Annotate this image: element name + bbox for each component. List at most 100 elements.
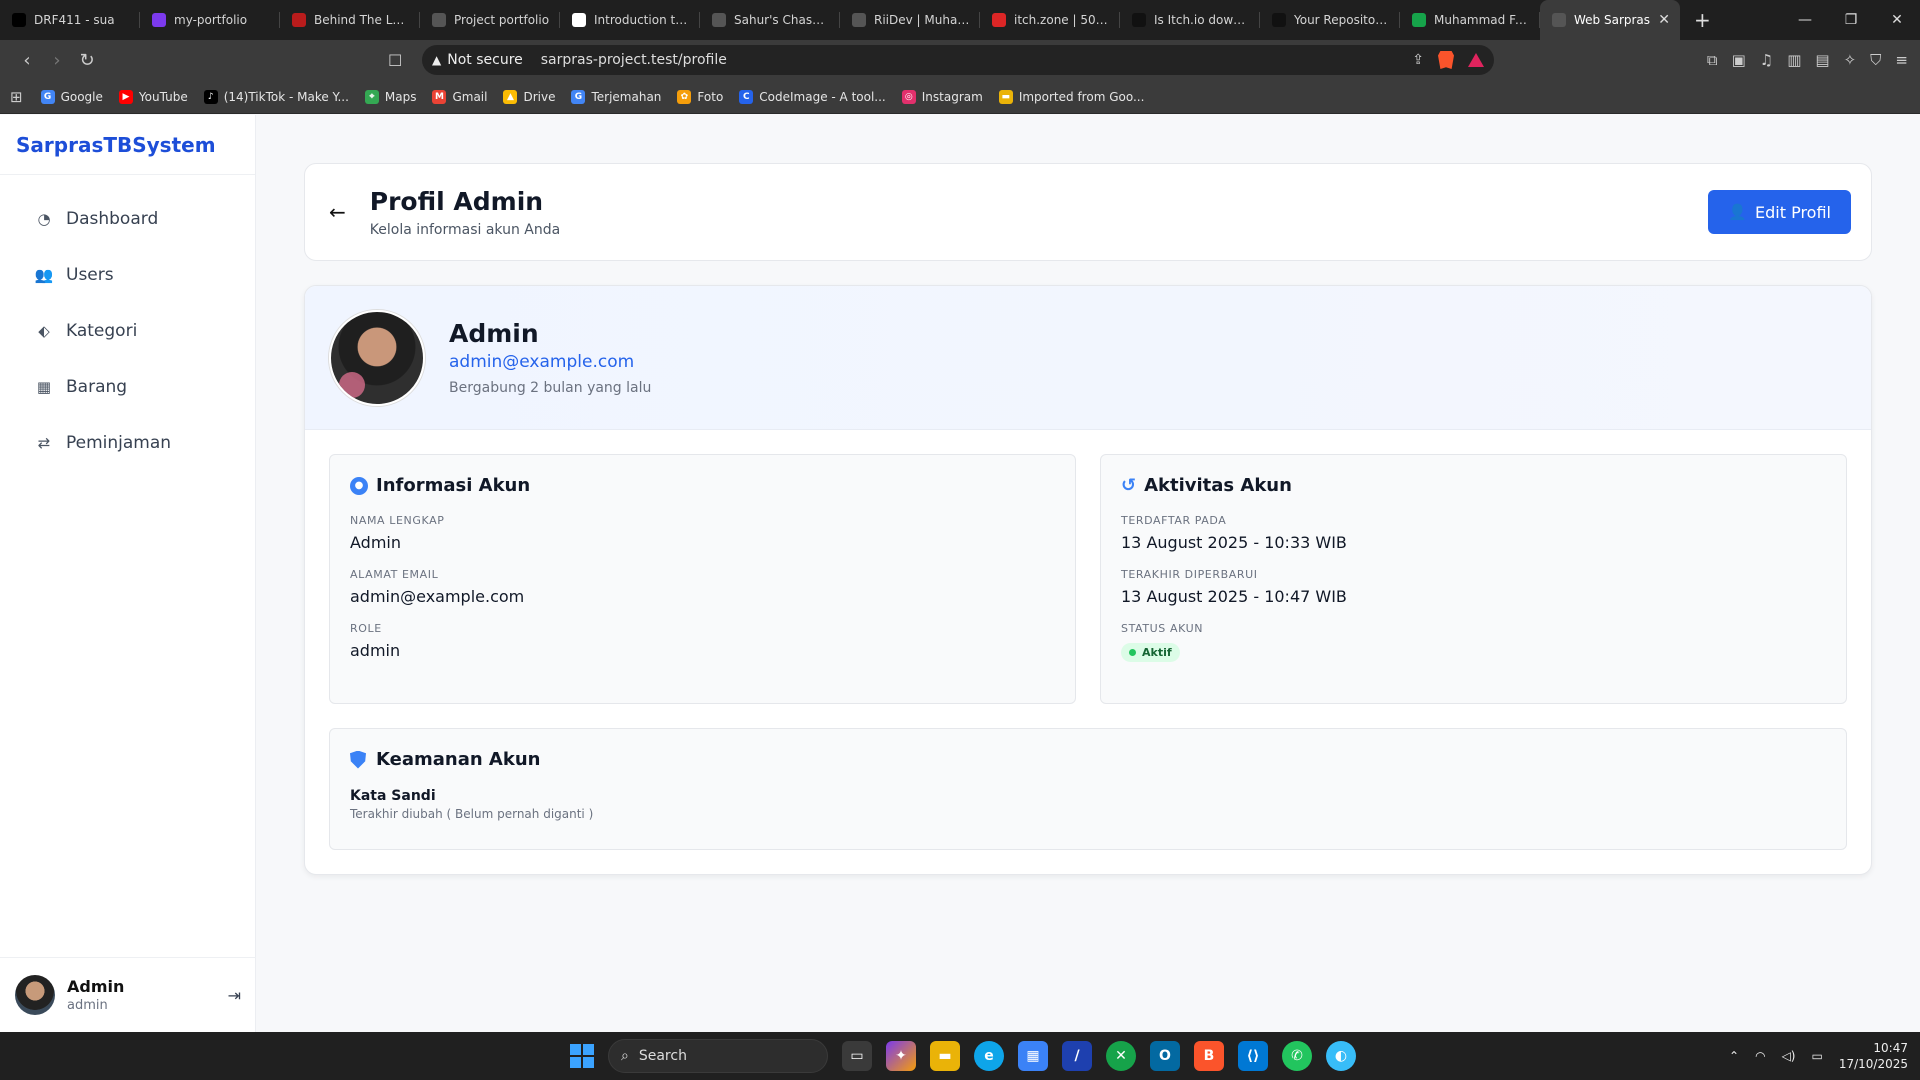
bookmark-label: Drive	[523, 89, 556, 104]
bookmark-item[interactable]: ⌖ Maps	[364, 89, 417, 104]
battery-icon[interactable]: ▭	[1811, 1049, 1822, 1063]
volume-icon[interactable]: ◁)	[1782, 1049, 1796, 1063]
outlook-icon[interactable]: O	[1150, 1041, 1180, 1071]
edit-profile-button[interactable]: 👤 Edit Profil	[1708, 190, 1851, 234]
menu-icon[interactable]: ≡	[1895, 51, 1908, 69]
brave-shields-icon[interactable]	[1438, 51, 1454, 69]
bookmark-favicon-icon: ▶	[118, 89, 133, 104]
sidebar-item-peminjaman[interactable]: ⇄ Peminjaman	[0, 415, 255, 471]
browser-tab[interactable]: DRF411 - sua	[0, 0, 140, 40]
browser-tab[interactable]: Is Itch.io down? L	[1120, 0, 1260, 40]
bookmark-favicon-icon: ♪	[203, 89, 218, 104]
browser-tab[interactable]: Web Sarpras ✕	[1540, 0, 1680, 40]
app-icon[interactable]: ◐	[1326, 1041, 1356, 1071]
wifi-icon[interactable]: ◠	[1755, 1049, 1765, 1063]
forward-icon[interactable]: ›	[42, 50, 72, 71]
start-icon[interactable]	[570, 1044, 594, 1068]
tab-label: Muhammad Fahr	[1434, 13, 1530, 27]
browser-toolbar: ‹ › ↻ ☐ ▲ Not secure sarpras-project.tes…	[0, 40, 1920, 80]
browser-tab[interactable]: Behind The Launc	[280, 0, 420, 40]
xbox-icon[interactable]: ✕	[1106, 1041, 1136, 1071]
taskbar-search[interactable]: ⌕ Search	[608, 1039, 828, 1073]
window-controls: — ❐ ✕	[1782, 12, 1920, 28]
bookmark-item[interactable]: G Terjemahan	[571, 89, 661, 104]
password-subtext: Terakhir diubah ( Belum pernah diganti )	[350, 807, 594, 821]
edge-icon[interactable]: e	[974, 1041, 1004, 1071]
chevron-up-icon[interactable]: ⌃	[1729, 1049, 1739, 1063]
apps-grid-icon[interactable]: ⊞	[10, 88, 23, 106]
bookmark-item[interactable]: ▬ Imported from Goo...	[998, 89, 1144, 104]
status-label: Status Akun	[1121, 622, 1204, 635]
reload-icon[interactable]: ↻	[72, 50, 102, 71]
whatsapp-icon[interactable]: ✆	[1282, 1041, 1312, 1071]
bookmark-item[interactable]: C CodeImage - A tool...	[739, 89, 886, 104]
back-arrow-icon[interactable]: ←	[329, 200, 346, 224]
brave-rewards-icon[interactable]	[1468, 53, 1484, 67]
app-root: SarprasTBSystem ◔ Dashboard 👥 Users ⬖ Kategor…	[0, 115, 1920, 1032]
task-view-icon[interactable]: ▭	[842, 1041, 872, 1071]
bookmark-item[interactable]: G Google	[40, 89, 103, 104]
status-badge: Aktif	[1121, 643, 1180, 662]
store-icon[interactable]: ▦	[1018, 1041, 1048, 1071]
bookmark-item[interactable]: ◎ Instagram	[901, 89, 983, 104]
visual-studio-icon[interactable]: /	[1062, 1041, 1092, 1071]
bookmark-item[interactable]: ▶ YouTube	[118, 89, 188, 104]
bookmark-icon[interactable]: ☐	[388, 51, 412, 70]
url-text[interactable]: sarpras-project.test/profile	[541, 52, 727, 68]
browser-tab[interactable]: Project portfolio	[420, 0, 560, 40]
minimize-icon[interactable]: —	[1782, 12, 1828, 28]
bookmark-label: Maps	[384, 89, 417, 104]
bookmark-item[interactable]: ▲ Drive	[503, 89, 556, 104]
close-window-icon[interactable]: ✕	[1874, 12, 1920, 28]
info-field: Role admin	[350, 622, 1055, 660]
box-icon: ▦	[36, 378, 52, 396]
field-value: admin	[350, 641, 401, 660]
vscode-icon[interactable]: ⟨⟩	[1238, 1041, 1268, 1071]
bookmark-item[interactable]: ✿ Foto	[677, 89, 724, 104]
profile-email[interactable]: admin@example.com	[449, 352, 651, 372]
sidebar-item-users[interactable]: 👥 Users	[0, 247, 255, 303]
security-indicator[interactable]: ▲ Not secure	[432, 52, 523, 68]
browser-tab[interactable]: itch.zone | 502: B	[980, 0, 1120, 40]
restore-icon[interactable]: ❐	[1828, 12, 1874, 28]
address-bar[interactable]: ▲ Not secure sarpras-project.test/profil…	[422, 45, 1494, 75]
back-icon[interactable]: ‹	[12, 50, 42, 71]
share-icon[interactable]: ⇪	[1412, 52, 1424, 68]
browser-tab[interactable]: Muhammad Fahr	[1400, 0, 1540, 40]
vite-icon	[152, 13, 166, 27]
sidebar-item-dashboard[interactable]: ◔ Dashboard	[0, 191, 255, 247]
bookmark-label: Foto	[697, 89, 724, 104]
windows-taskbar: ⌕ Search ▭ ✦ ▬ e ▦ / ✕ O B ⟨⟩ ✆ ◐ ⌃ ◠ ◁)…	[0, 1032, 1920, 1080]
bookmark-label: CodeImage - A tool...	[759, 89, 886, 104]
browser-tab[interactable]: Sahur's Chase: N	[700, 0, 840, 40]
activity-heading: Aktivitas Akun	[1144, 475, 1292, 496]
browser-tab[interactable]: RiiDev | Muhamm	[840, 0, 980, 40]
sidebar-icon[interactable]: ▥	[1787, 51, 1801, 69]
vpn-icon[interactable]: ⛉	[1870, 51, 1881, 69]
bookmark-label: Instagram	[921, 89, 983, 104]
tab-search-icon[interactable]: ▣	[1732, 51, 1746, 69]
copilot-icon[interactable]: ✦	[886, 1041, 916, 1071]
extensions-icon[interactable]: ⧉	[1707, 51, 1718, 69]
clock[interactable]: 10:47 17/10/2025	[1839, 1040, 1908, 1072]
logout-icon[interactable]: ⇥	[228, 986, 241, 1005]
brand-logo[interactable]: SarprasTBSystem	[0, 115, 255, 175]
avatar[interactable]	[15, 975, 55, 1015]
bookmark-label: Gmail	[452, 89, 488, 104]
brave-icon[interactable]: B	[1194, 1041, 1224, 1071]
search-placeholder: Search	[638, 1048, 687, 1064]
new-tab-button[interactable]: +	[1680, 8, 1725, 32]
browser-tab[interactable]: Your Repositories	[1260, 0, 1400, 40]
leo-icon[interactable]: ✧	[1844, 51, 1857, 69]
profile-body: ● Informasi Akun Nama Lengkap Admin Alamat…	[305, 430, 1871, 874]
sidebar-item-barang[interactable]: ▦ Barang	[0, 359, 255, 415]
bookmark-item[interactable]: ♪ (14)TikTok - Make Y...	[203, 89, 349, 104]
wallet-icon[interactable]: ▤	[1815, 51, 1829, 69]
file-explorer-icon[interactable]: ▬	[930, 1041, 960, 1071]
close-tab-icon[interactable]: ✕	[1658, 12, 1670, 28]
browser-tab[interactable]: Introduction to F	[560, 0, 700, 40]
sidebar-item-kategori[interactable]: ⬖ Kategori	[0, 303, 255, 359]
media-icon[interactable]: ♫	[1760, 51, 1773, 69]
bookmark-item[interactable]: M Gmail	[432, 89, 488, 104]
browser-tab[interactable]: my-portfolio	[140, 0, 280, 40]
